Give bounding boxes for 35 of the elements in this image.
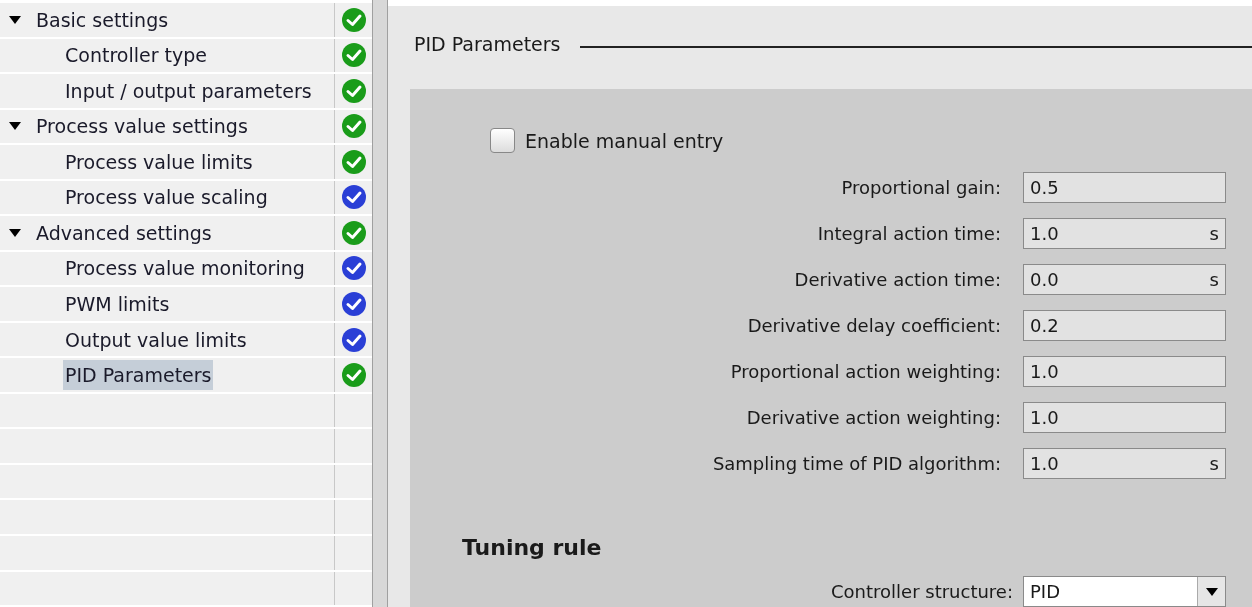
field-label: Derivative delay coefficient: (746, 314, 1001, 338)
section-heading: Tuning rule (462, 534, 603, 562)
tree-item[interactable]: Process value settings (34, 111, 250, 142)
tree-item[interactable]: Output value limits (63, 324, 249, 355)
checkbox-label: Enable manual entry (525, 128, 724, 154)
tree-item[interactable]: Process value limits (63, 146, 255, 177)
input-field[interactable]: 1.0 s (1023, 448, 1226, 479)
caret-down-icon[interactable] (8, 121, 22, 132)
field-label: Integral action time: (816, 222, 1001, 246)
field-label: Derivative action weighting: (745, 406, 1001, 430)
field-label: Proportional action weighting: (729, 360, 1001, 384)
input-field[interactable]: 0.0 s (1023, 264, 1226, 295)
input-field[interactable]: 0.2 (1023, 310, 1226, 341)
checkbox[interactable] (490, 128, 515, 154)
tree-item[interactable]: Advanced settings (34, 217, 214, 248)
tree-item[interactable]: Basic settings (34, 4, 171, 35)
field-label: Sampling time of PID algorithm: (711, 452, 1001, 476)
input-field[interactable]: 1.0 s (1023, 218, 1226, 249)
caret-down-icon[interactable] (8, 14, 22, 25)
input-field[interactable]: 0.5 (1023, 172, 1226, 203)
tree-item[interactable]: PID Parameters (63, 360, 214, 391)
tree-item[interactable]: Input / output parameters (63, 75, 314, 106)
input-field[interactable]: 1.0 (1023, 402, 1226, 433)
caret-down-icon[interactable] (8, 227, 22, 238)
dropdown[interactable]: PID (1023, 576, 1226, 607)
field-label: Derivative action time: (793, 268, 1001, 292)
tree-item[interactable]: PWM limits (63, 289, 172, 319)
tree-item[interactable]: Process value monitoring (63, 253, 307, 284)
tree-item[interactable]: Controller type (63, 40, 209, 71)
section-title: PID Parameters (414, 32, 561, 57)
field-label: Proportional gain: (840, 176, 1001, 200)
input-field[interactable]: 1.0 (1023, 356, 1226, 387)
field-label: Controller structure: (830, 580, 1013, 604)
tree-item[interactable]: Process value scaling (63, 182, 270, 213)
caret-down-icon (1205, 587, 1218, 596)
